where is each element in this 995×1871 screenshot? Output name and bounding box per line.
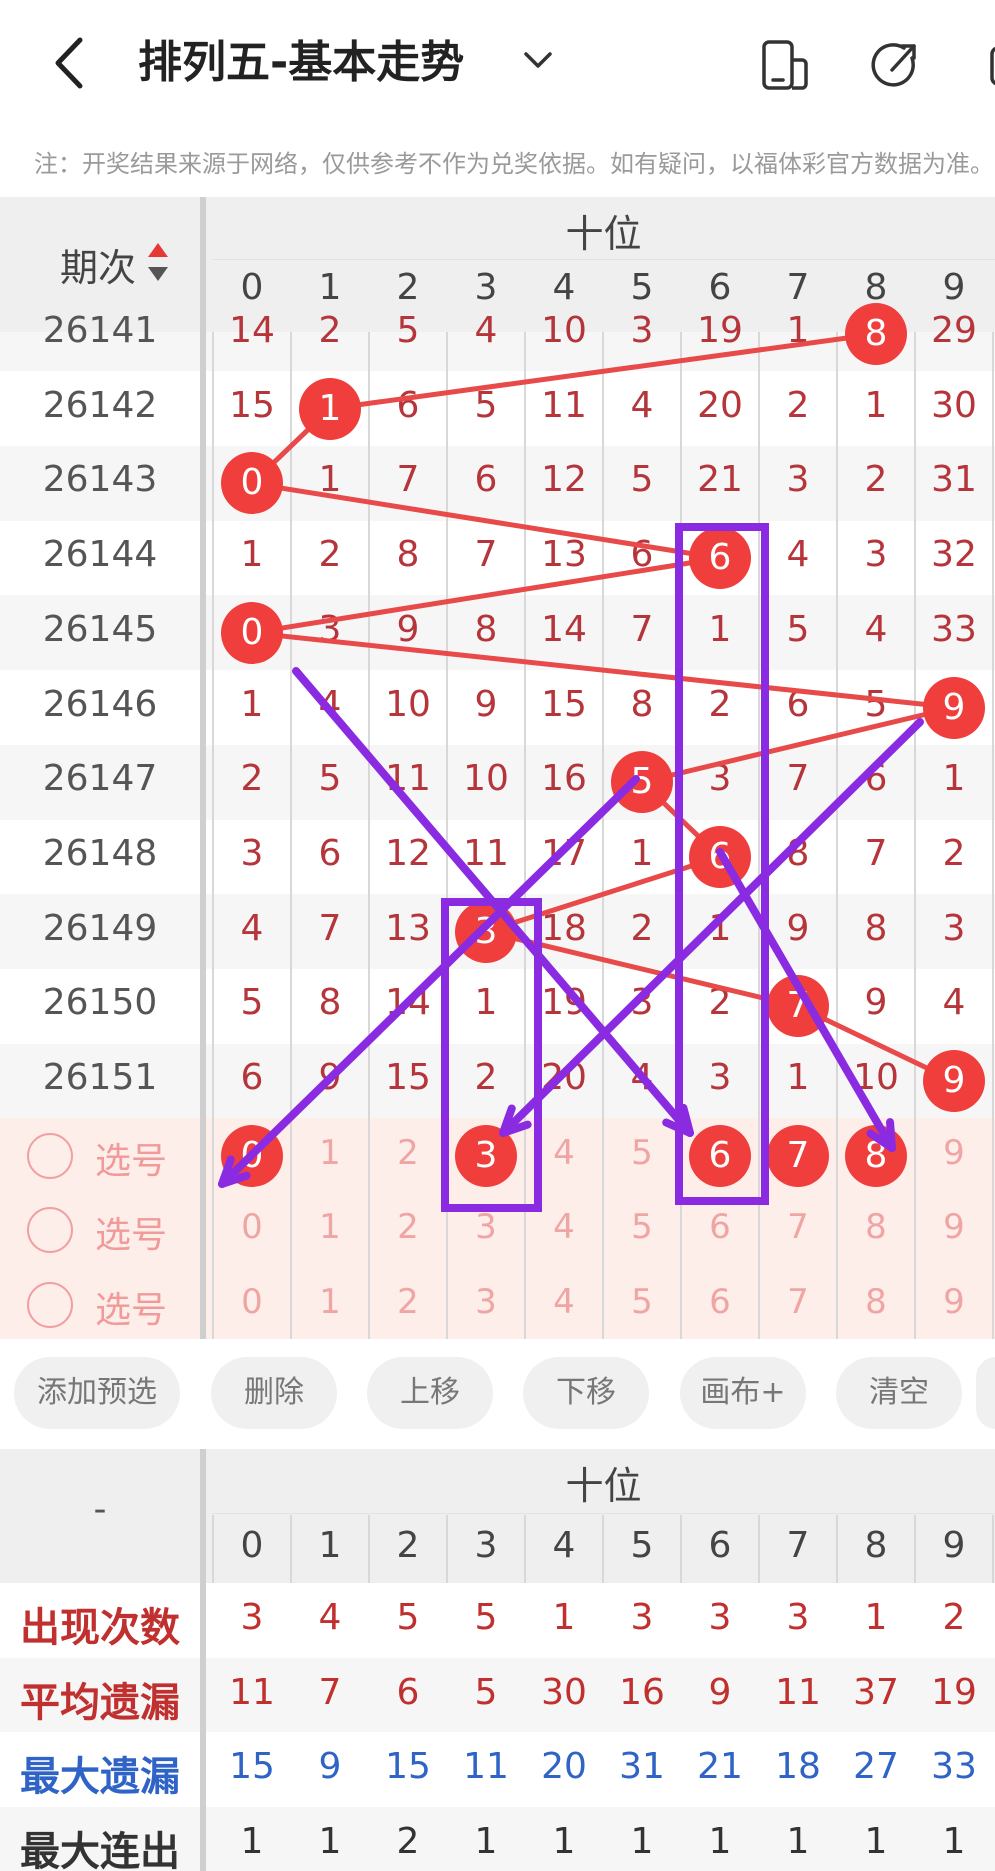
stats-row-label: 最大连出 bbox=[20, 1829, 180, 1871]
drawn-annotations bbox=[218, 523, 924, 1212]
stats-value: 1 bbox=[474, 1821, 498, 1863]
stats-digit-header: 1 bbox=[318, 1525, 342, 1566]
stats-row-label: 出现次数 bbox=[20, 1605, 180, 1651]
back-arrow-icon bbox=[55, 37, 83, 89]
stats-corner-label: - bbox=[93, 1489, 107, 1530]
clear-button[interactable]: 清空 bbox=[836, 1357, 962, 1429]
stats-value: 7 bbox=[318, 1671, 342, 1713]
stats-digit-header: 6 bbox=[708, 1525, 732, 1566]
disclaimer-notice: 注：开奖结果来源于网络，仅供参考不作为兑奖依据。如有疑问，以福体彩官方数据为准。 bbox=[34, 150, 994, 178]
stats-value: 5 bbox=[474, 1597, 498, 1638]
annotation-arrow bbox=[292, 667, 694, 1137]
stats-value: 2 bbox=[942, 1597, 966, 1638]
stats-value: 11 bbox=[229, 1671, 275, 1713]
stats-value: 3 bbox=[240, 1597, 264, 1638]
stats-digit-header: 7 bbox=[786, 1525, 810, 1566]
annotation-box bbox=[675, 523, 769, 1205]
stats-digit-header: 3 bbox=[474, 1525, 498, 1566]
title-dropdown[interactable] bbox=[518, 40, 558, 80]
phone-view-button[interactable] bbox=[754, 36, 814, 96]
stats-value: 1 bbox=[942, 1821, 966, 1863]
move-down-button[interactable]: 下移 bbox=[523, 1357, 649, 1429]
stats-value: 3 bbox=[630, 1597, 654, 1638]
stats-digit-header: 2 bbox=[396, 1525, 420, 1566]
stats-value: 11 bbox=[775, 1671, 821, 1713]
add-preselect-button[interactable]: 添加预选 bbox=[14, 1357, 180, 1429]
stats-value: 19 bbox=[931, 1671, 977, 1713]
stats-value: 1 bbox=[786, 1821, 810, 1863]
stats-value: 16 bbox=[619, 1671, 665, 1713]
annotation-arrow bbox=[716, 848, 896, 1152]
stats-value: 15 bbox=[229, 1746, 275, 1788]
stats-value: 9 bbox=[708, 1671, 732, 1713]
stats-value: 5 bbox=[474, 1671, 498, 1713]
move-up-button[interactable]: 上移 bbox=[367, 1357, 493, 1429]
stats-value: 15 bbox=[385, 1746, 431, 1788]
annotation-arrow bbox=[499, 718, 924, 1137]
more-icon bbox=[990, 46, 995, 86]
chevron-down-icon bbox=[524, 52, 552, 68]
share-button[interactable] bbox=[866, 36, 926, 96]
stats-value: 1 bbox=[240, 1821, 264, 1863]
stats-value: 27 bbox=[853, 1746, 899, 1788]
stats-value: 1 bbox=[552, 1821, 576, 1863]
phone-icon bbox=[762, 40, 808, 90]
stats-value: 3 bbox=[708, 1597, 732, 1638]
stats-value: 1 bbox=[552, 1597, 576, 1638]
stats-value: 1 bbox=[708, 1821, 732, 1863]
stats-value: 20 bbox=[541, 1746, 587, 1788]
delete-button[interactable]: 删除 bbox=[211, 1357, 337, 1429]
stats-row-label: 最大遗漏 bbox=[20, 1754, 180, 1801]
stats-value: 21 bbox=[697, 1746, 743, 1788]
stats-value: 30 bbox=[541, 1671, 587, 1713]
stats-row-label: 平均遗漏 bbox=[20, 1679, 180, 1726]
more-button[interactable] bbox=[980, 36, 995, 96]
stats-value: 11 bbox=[463, 1746, 509, 1788]
page-title[interactable]: 排列五-基本走势 bbox=[138, 28, 464, 98]
more-actions-button[interactable] bbox=[976, 1357, 995, 1429]
stats-value: 1 bbox=[864, 1821, 888, 1863]
stats-digit-header: 9 bbox=[942, 1525, 966, 1566]
stats-value: 1 bbox=[864, 1597, 888, 1638]
stats-period-divider bbox=[200, 1449, 206, 1871]
stats-value: 5 bbox=[396, 1597, 420, 1638]
stats-digit-header: 0 bbox=[240, 1525, 264, 1566]
stats-table: - 十位 0 1 2 3 4 5 6 7 8 9 出现次数 3 4 5 5 1 3 3 3 1 2 平均遗漏 11 7 6 5 30 16… bbox=[0, 1449, 995, 1871]
stats-header-separator bbox=[212, 1513, 995, 1514]
share-icon bbox=[871, 43, 916, 87]
stats-value: 1 bbox=[318, 1821, 342, 1863]
stats-value: 31 bbox=[619, 1746, 665, 1788]
annotation-arrow bbox=[218, 775, 640, 1188]
stats-digit-header: 8 bbox=[864, 1525, 888, 1566]
stats-value: 37 bbox=[853, 1671, 899, 1713]
stats-value: 1 bbox=[630, 1821, 654, 1863]
stats-digit-header: 5 bbox=[630, 1525, 654, 1566]
stats-value: 18 bbox=[775, 1746, 821, 1788]
stats-digit-header: 4 bbox=[552, 1525, 576, 1566]
stats-value: 9 bbox=[318, 1746, 342, 1788]
stats-value: 33 bbox=[931, 1746, 977, 1788]
back-button[interactable] bbox=[40, 28, 100, 98]
trend-table: 十位 期次 0 1 2 3 4 5 6 7 8 9 26141 14 2 5 4 10 3 19 1 29 26142 15 6… bbox=[0, 197, 995, 1339]
stats-value: 4 bbox=[318, 1597, 342, 1638]
stats-value: 6 bbox=[396, 1671, 420, 1713]
stats-group-label: 十位 bbox=[565, 1464, 642, 1508]
stats-value: 2 bbox=[396, 1821, 420, 1863]
stats-value: 3 bbox=[786, 1597, 810, 1638]
canvas-add-button[interactable]: 画布+ bbox=[680, 1357, 806, 1429]
